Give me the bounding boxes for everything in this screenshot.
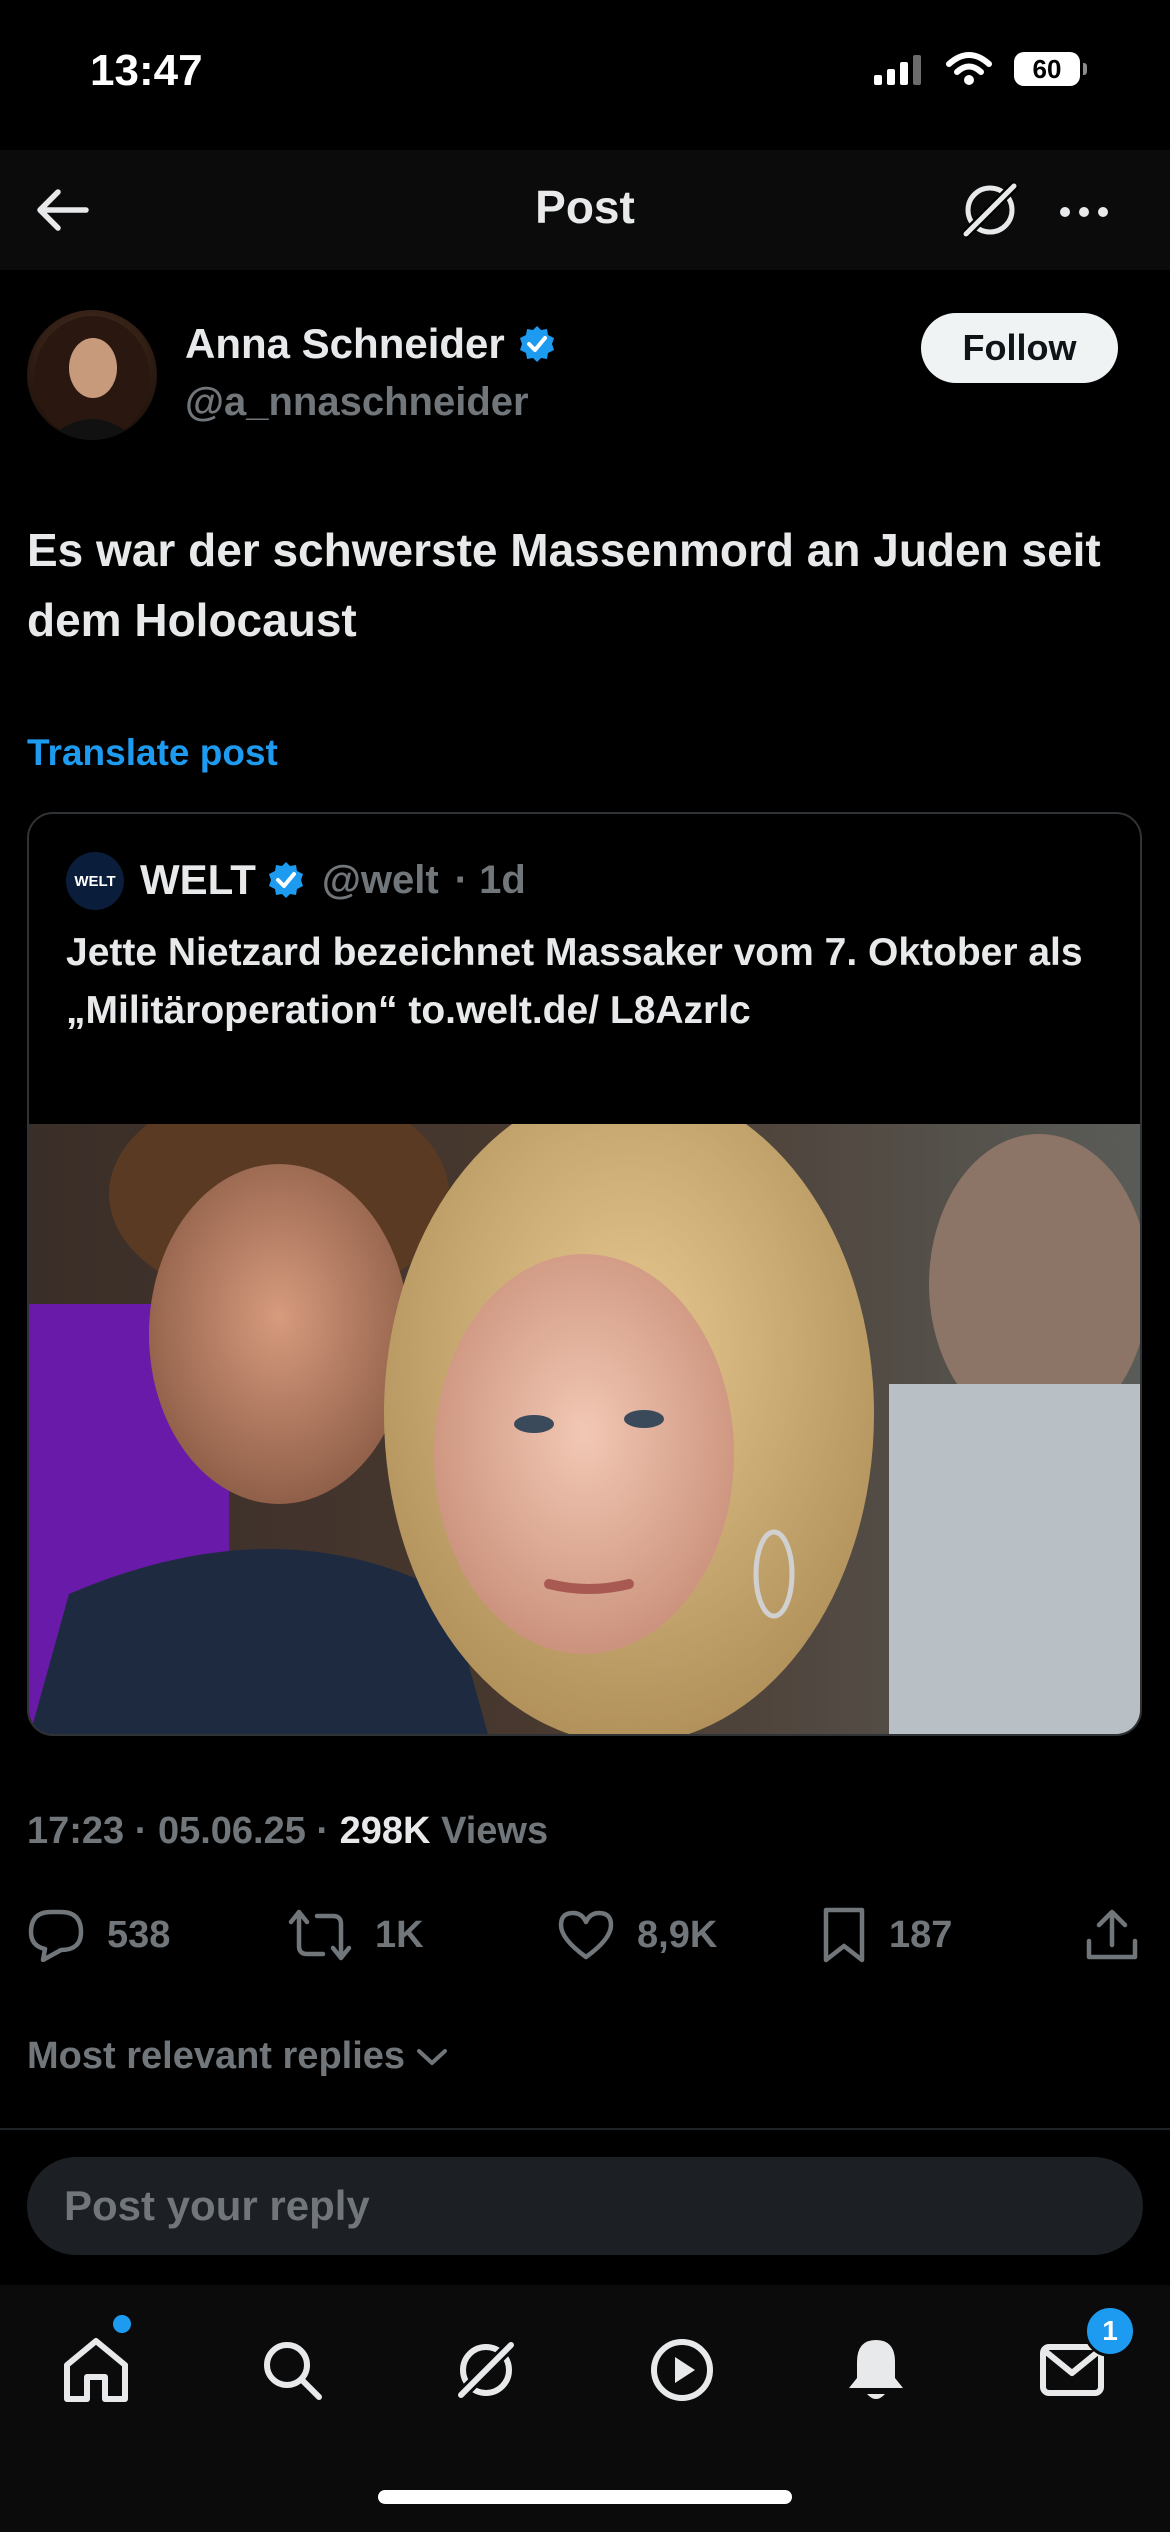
more-options-button[interactable] bbox=[1052, 182, 1116, 242]
messages-badge: 1 bbox=[1084, 2305, 1136, 2357]
share-icon bbox=[1086, 1909, 1138, 1960]
chevron-down-icon bbox=[417, 2048, 448, 2065]
search-icon bbox=[264, 2342, 322, 2400]
more-dot-icon bbox=[1060, 207, 1070, 217]
more-dot-icon bbox=[1079, 207, 1089, 217]
grok-icon bbox=[454, 2338, 518, 2402]
views-label: Views bbox=[441, 1810, 549, 1852]
share-button[interactable] bbox=[1085, 1900, 1139, 1970]
author-handle[interactable]: @a_nnaschneider bbox=[185, 380, 529, 425]
more-dot-icon bbox=[1098, 207, 1108, 217]
divider bbox=[0, 2128, 1170, 2130]
wifi-icon bbox=[946, 52, 992, 85]
bookmark-button[interactable]: 187 bbox=[821, 1900, 952, 1970]
quoted-post-time: · 1d bbox=[454, 857, 526, 902]
repost-count: 1K bbox=[375, 1913, 424, 1956]
verified-badge-icon bbox=[519, 326, 554, 362]
repost-icon bbox=[288, 1909, 352, 1961]
tab-grok[interactable] bbox=[436, 2320, 536, 2420]
quoted-author-handle: @welt bbox=[321, 857, 439, 902]
status-icons: 60 bbox=[874, 52, 1087, 86]
quoted-post-text: Jette Nietzard bezeichnet Massaker vom 7… bbox=[66, 931, 1083, 1032]
post-actions: 538 1K 8,9K 187 bbox=[27, 1900, 1143, 1970]
cellular-signal-icon bbox=[874, 55, 921, 85]
home-indicator bbox=[378, 2490, 792, 2504]
bell-icon bbox=[849, 2340, 903, 2399]
tab-search[interactable] bbox=[242, 2320, 342, 2420]
replies-sort-label: Most relevant replies bbox=[27, 2035, 406, 2077]
author-name: Anna Schneider bbox=[185, 320, 505, 367]
home-notification-dot bbox=[113, 2315, 131, 2333]
author-name-row[interactable]: Anna Schneider bbox=[185, 320, 557, 368]
quoted-post-card[interactable]: WELT WELT @welt · 1d Jette Nietzard beze… bbox=[27, 812, 1142, 1736]
bookmark-icon bbox=[823, 1907, 865, 1963]
quoted-author-row: WELT @welt · 1d bbox=[140, 856, 526, 904]
repost-button[interactable]: 1K bbox=[287, 1900, 424, 1970]
bookmark-count: 187 bbox=[889, 1913, 953, 1956]
grok-button[interactable] bbox=[956, 176, 1024, 244]
verified-badge-icon bbox=[268, 862, 303, 898]
replies-sort-dropdown[interactable]: Most relevant replies bbox=[27, 2035, 449, 2078]
author-avatar[interactable] bbox=[27, 310, 157, 440]
tab-home[interactable] bbox=[46, 2320, 146, 2420]
photo-illustration bbox=[29, 1124, 1140, 1734]
status-time: 13:47 bbox=[90, 46, 203, 95]
follow-button[interactable]: Follow bbox=[921, 313, 1118, 383]
play-circle-icon bbox=[651, 2339, 713, 2401]
translate-post-link[interactable]: Translate post bbox=[27, 732, 278, 774]
like-count: 8,9K bbox=[637, 1913, 718, 1956]
grok-icon bbox=[960, 180, 1020, 240]
quoted-author-name: WELT bbox=[140, 856, 256, 903]
quoted-post-image[interactable] bbox=[29, 1124, 1140, 1734]
post-text: Es war der schwerste Massenmord an Juden… bbox=[27, 524, 1101, 646]
reply-icon bbox=[28, 1909, 84, 1962]
reply-count: 538 bbox=[107, 1913, 171, 1956]
heart-icon bbox=[558, 1910, 614, 1960]
tab-video[interactable] bbox=[632, 2320, 732, 2420]
post-meta: 17:23 · 05.06.25 · 298K Views bbox=[27, 1810, 548, 1853]
reply-button[interactable]: 538 bbox=[27, 1900, 170, 1970]
post-timestamp: 17:23 · 05.06.25 · bbox=[27, 1810, 330, 1852]
home-icon bbox=[64, 2338, 128, 2402]
reply-input-placeholder: Post your reply bbox=[64, 2182, 370, 2229]
avatar-portrait bbox=[34, 316, 150, 440]
like-button[interactable]: 8,9K bbox=[557, 1900, 717, 1970]
battery-indicator: 60 bbox=[1014, 52, 1087, 86]
quoted-author-avatar: WELT bbox=[66, 852, 124, 910]
views-count: 298K bbox=[339, 1810, 431, 1852]
tab-notifications[interactable] bbox=[826, 2320, 926, 2420]
